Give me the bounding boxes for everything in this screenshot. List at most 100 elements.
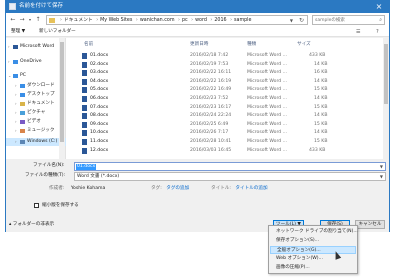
menu-item-general-options[interactable]: 全般オプション(G)... <box>270 246 356 254</box>
menu-item-web-options[interactable]: Web オプション(W)... <box>270 255 356 263</box>
nav-item-label: PC <box>20 73 26 78</box>
breadcrumb-item[interactable]: pc <box>182 18 188 23</box>
expand-chevron-icon[interactable]: › <box>8 58 10 66</box>
expand-chevron-icon[interactable]: › <box>15 91 17 99</box>
column-header-size[interactable]: サイズ <box>297 41 311 49</box>
cloud-icon <box>13 60 18 64</box>
filetype-value: Word 文書 (*.docx) <box>77 174 120 179</box>
filetype-dropdown-icon[interactable]: ▼ <box>380 173 383 181</box>
filetype-label: ファイルの種類(T): <box>25 173 66 178</box>
nav-item-videos[interactable]: › ビデオ <box>6 118 66 126</box>
file-list-scrollbar-thumb[interactable] <box>384 44 388 104</box>
hide-folders-toggle[interactable]: ▴ フォルダーの非表示 <box>9 221 54 229</box>
expand-chevron-icon[interactable]: › <box>15 100 17 108</box>
nav-item-music[interactable]: › ミュージック <box>6 127 66 135</box>
expand-chevron-icon[interactable]: › <box>15 127 17 135</box>
expand-chevron-icon[interactable]: › <box>15 138 17 146</box>
expand-chevron-icon[interactable]: › <box>15 109 17 117</box>
search-box[interactable]: ⌕ <box>312 15 385 25</box>
menu-item-save-options[interactable]: 保存オプション(S)... <box>270 237 356 245</box>
expand-chevron-icon[interactable]: › <box>15 118 17 126</box>
help-icon[interactable]: ? <box>376 28 379 36</box>
nav-scrollbar[interactable] <box>59 38 65 159</box>
close-button[interactable]: × <box>372 2 386 11</box>
word-document-icon <box>82 53 87 59</box>
table-row[interactable]: 12.docx 2016/03/03 16:45 Microsoft Word ..… <box>66 147 383 155</box>
add-tag-link[interactable]: タグの追加 <box>163 186 189 191</box>
folder-icon <box>49 18 55 23</box>
organize-button[interactable]: 整理 ▼ <box>11 28 25 36</box>
table-row[interactable]: 02.docx 2016/02/19 7:53 Microsoft Word ...… <box>66 61 383 69</box>
table-row[interactable]: 08.docx 2016/02/24 22:24 Microsoft Word ..… <box>66 112 383 120</box>
table-row[interactable]: 01.docx 2016/02/18 7:42 Microsoft Word ...… <box>66 52 383 60</box>
nav-item-desktop[interactable]: › デスクトップ <box>6 91 66 99</box>
filename-dropdown-icon[interactable]: ▼ <box>380 163 383 170</box>
add-title-link[interactable]: タイトルの追加 <box>232 186 267 191</box>
word-document-icon <box>82 139 87 145</box>
table-row[interactable]: 03.docx 2016/02/22 16:11 Microsoft Word ..… <box>66 69 383 77</box>
search-input[interactable] <box>315 17 375 24</box>
nav-item-label: ビデオ <box>27 119 41 124</box>
cancel-button[interactable]: キャンセル <box>355 220 385 229</box>
filename-value[interactable]: 01.docx <box>76 164 97 170</box>
command-bar: 整理 ▼ 新しいフォルダー ☰ ? <box>6 27 389 37</box>
file-list-scrollbar[interactable] <box>383 38 389 159</box>
menu-item-map-network-drive[interactable]: ネットワーク ドライブの割り当て(N)... <box>270 228 358 236</box>
menu-item-compress-pictures[interactable]: 画像の圧縮(P)... <box>270 264 356 272</box>
expand-chevron-icon[interactable]: › <box>8 43 10 51</box>
nav-item-label: ミュージック <box>27 128 55 133</box>
back-arrow-icon[interactable]: ← <box>9 16 17 24</box>
column-header-type[interactable]: 種類 <box>247 41 256 49</box>
word-document-icon <box>82 121 87 128</box>
breadcrumb-item[interactable]: 2016 <box>214 18 226 23</box>
word-document-icon <box>82 70 87 77</box>
nav-item-pc[interactable]: ⌄ PC <box>6 72 66 80</box>
collapse-chevron-icon[interactable]: ⌄ <box>8 72 11 80</box>
breadcrumb-item[interactable]: sample <box>234 18 251 23</box>
nav-item-windows-c[interactable]: › Windows (C:) <box>6 138 66 146</box>
word-document-icon <box>82 104 87 111</box>
tags-label: タグ: <box>151 186 162 191</box>
breadcrumb-item[interactable]: wanichan.com <box>140 18 175 23</box>
address-bar[interactable]: › ドキュメント › My Web Sites › wanichan.com › pc … <box>46 15 308 25</box>
search-icon[interactable]: ⌕ <box>379 17 382 24</box>
column-header-name[interactable]: 名前 <box>84 41 93 49</box>
table-row[interactable]: 10.docx 2016/02/26 7:17 Microsoft Word ...… <box>66 129 383 137</box>
breadcrumb-item[interactable]: word <box>195 18 207 23</box>
table-row[interactable]: 05.docx 2016/02/22 16:49 Microsoft Word ..… <box>66 86 383 94</box>
nav-item-label: ドキュメント <box>27 101 55 106</box>
expand-chevron-icon[interactable]: › <box>15 82 17 90</box>
collapse-caret-icon: ▴ <box>9 222 12 227</box>
save-thumbnail-label: 縮小版を保存する <box>42 203 79 208</box>
nav-item-label: Microsoft Word <box>20 44 55 49</box>
table-row[interactable]: 07.docx 2016/02/23 16:17 Microsoft Word ..… <box>66 104 383 112</box>
up-arrow-icon[interactable]: ↑ <box>34 16 42 24</box>
nav-item-microsoft-word[interactable]: › Microsoft Word <box>6 43 66 51</box>
forward-arrow-icon[interactable]: → <box>18 16 26 24</box>
save-options-panel: ファイル名(N): 01.docx ▼ ファイルの種類(T): Word 文書 … <box>6 159 389 232</box>
column-header-date[interactable]: 更新日時 <box>190 41 208 49</box>
table-row[interactable]: 11.docx 2016/02/28 10:41 Microsoft Word ..… <box>66 138 383 146</box>
filetype-select[interactable]: Word 文書 (*.docx) ▼ <box>74 172 386 181</box>
view-options-icon[interactable]: ☰ <box>356 28 360 36</box>
author-value[interactable]: Yoshie Kohama <box>66 186 105 191</box>
breadcrumb-item[interactable]: My Web Sites <box>100 18 132 23</box>
refresh-icon[interactable]: ↻ <box>299 17 304 25</box>
nav-scrollbar-thumb[interactable] <box>60 42 64 142</box>
table-row[interactable]: 06.docx 2016/02/23 7:52 Microsoft Word ...… <box>66 95 383 103</box>
word-document-icon <box>82 96 87 102</box>
nav-item-pictures[interactable]: › ピクチャ <box>6 109 66 117</box>
filename-field[interactable]: 01.docx ▼ <box>74 162 386 171</box>
nav-item-downloads[interactable]: › ダウンロード <box>6 82 66 90</box>
word-document-icon <box>82 130 87 137</box>
table-row[interactable]: 04.docx 2016/02/22 16:19 Microsoft Word ..… <box>66 78 383 86</box>
nav-item-documents[interactable]: › ドキュメント <box>6 100 66 108</box>
nav-item-onedrive[interactable]: › OneDrive <box>6 58 66 66</box>
recent-chevron-icon[interactable]: ▾ <box>26 16 34 24</box>
table-row[interactable]: 09.docx 2016/02/25 6:49 Microsoft Word ...… <box>66 121 383 129</box>
address-dropdown-icon[interactable]: ▼ <box>290 17 293 25</box>
title-meta: タイトル: タイトルの追加 <box>211 185 268 193</box>
breadcrumb-item[interactable]: ドキュメント <box>64 18 93 23</box>
new-folder-button[interactable]: 新しいフォルダー <box>39 28 76 36</box>
save-thumbnail-checkbox[interactable] <box>34 203 39 208</box>
